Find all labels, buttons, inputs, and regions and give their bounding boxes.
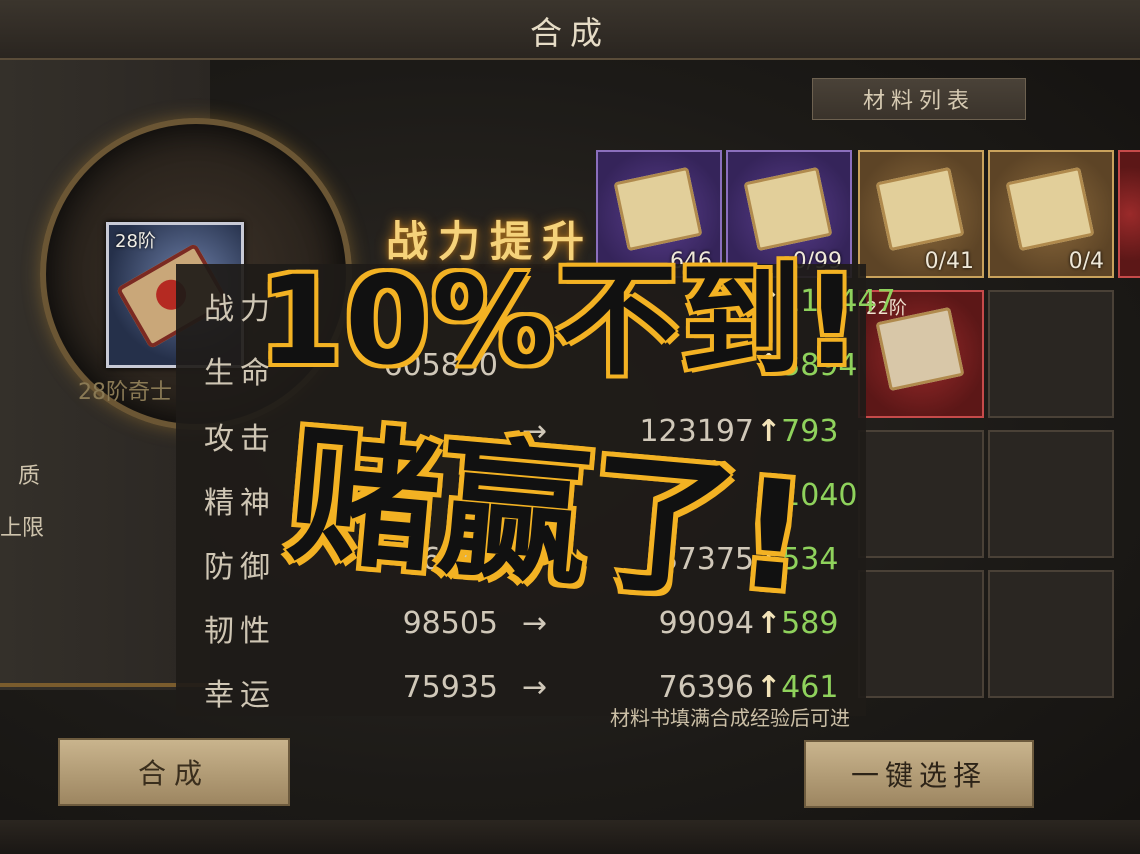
- material-count: 0/41: [924, 249, 974, 274]
- overlay-caption-2: 赌赢了!: [280, 406, 816, 629]
- up-arrow-icon: ↑: [756, 670, 782, 705]
- stat-name: 精神: [204, 486, 276, 521]
- stat-name: 防御: [204, 550, 276, 585]
- stat-old: 98505: [402, 606, 498, 641]
- bottom-strip: [0, 820, 1140, 854]
- attr-label-quality: 质: [18, 464, 41, 489]
- attr-label-limit: 上限: [0, 516, 45, 541]
- scroll-icon: [875, 306, 965, 392]
- empty-slot[interactable]: [858, 570, 984, 698]
- stat-name: 攻击: [204, 422, 276, 457]
- materials-title: 材料列表: [812, 78, 1026, 120]
- scroll-icon: [875, 166, 965, 252]
- material-count: 0/4: [1068, 249, 1104, 274]
- empty-slot[interactable]: [988, 290, 1114, 418]
- material-slot[interactable]: 0/4: [988, 150, 1114, 278]
- synthesize-button[interactable]: 合成: [58, 738, 290, 806]
- stat-name: 韧性: [204, 614, 276, 649]
- stat-old: 75935: [402, 670, 498, 705]
- stat-name: 幸运: [204, 678, 276, 713]
- stat-new: 76396: [658, 670, 754, 705]
- material-slot[interactable]: 0/41: [858, 150, 984, 278]
- arrow-icon: →: [522, 670, 548, 705]
- top-bar: 合成: [0, 0, 1140, 60]
- scroll-icon: [1005, 166, 1095, 252]
- empty-slot[interactable]: [988, 570, 1114, 698]
- page-title: 合成: [529, 14, 610, 52]
- item-tier: 28阶: [115, 231, 156, 252]
- hint-text: 材料书填满合成经验后可进: [610, 706, 850, 730]
- stat-increase: ↑461: [756, 670, 839, 705]
- empty-slot[interactable]: [988, 430, 1114, 558]
- empty-slot[interactable]: [858, 430, 984, 558]
- overlay-caption-1: 10%不到!: [256, 248, 862, 394]
- auto-select-button[interactable]: 一键选择: [804, 740, 1034, 808]
- material-slot-partial[interactable]: [1118, 150, 1140, 278]
- item-name: 28阶奇士: [78, 380, 172, 405]
